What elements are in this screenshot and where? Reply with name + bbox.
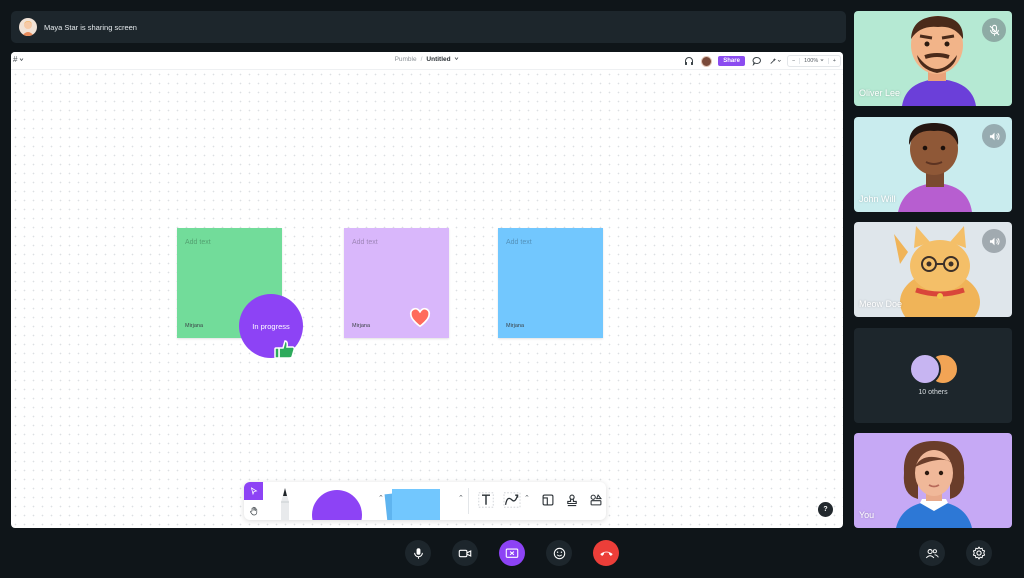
sticky-note[interactable]: Add text Mirjana [498, 228, 603, 338]
frame-icon [542, 494, 554, 506]
stamp-icon [567, 494, 577, 507]
whiteboard-actions: Share − 100% + [683, 54, 841, 68]
drawing-toolbar: ⌃ ⌃ ⌃ [244, 482, 606, 520]
connector-icon [503, 492, 521, 508]
stop-sharing-button[interactable] [499, 540, 525, 566]
shared-whiteboard[interactable]: # Pumble / Untitled Share − 100% + Add t… [11, 52, 843, 528]
screen-share-banner: Maya Star is sharing screen [11, 11, 846, 43]
in-progress-label: In progress [252, 321, 290, 331]
participant-avatar [896, 441, 972, 528]
zoom-out-button[interactable]: − [788, 58, 799, 64]
zoom-level[interactable]: 100% [799, 58, 829, 64]
mic-off-icon [989, 24, 999, 36]
presenter-avatar [19, 18, 37, 36]
camera-button[interactable] [452, 540, 478, 566]
stamp-tool[interactable] [562, 490, 582, 510]
connector-tool-chevron-icon[interactable]: ⌃ [524, 494, 530, 502]
thumbs-up-icon[interactable] [273, 337, 297, 361]
participant-name: Meow Doe [859, 299, 903, 309]
participant-name: You [859, 510, 875, 520]
collaborator-avatar[interactable] [701, 55, 713, 67]
shape-tool[interactable] [312, 490, 362, 520]
participants-button[interactable] [919, 540, 945, 566]
zoom-in-button[interactable]: + [829, 58, 840, 64]
headphones-icon[interactable] [683, 55, 695, 67]
shape-tool-chevron-icon[interactable]: ⌃ [378, 494, 384, 502]
microphone-button[interactable] [405, 540, 431, 566]
participant-tile-john-will[interactable]: John Will [854, 117, 1012, 212]
microphone-icon [413, 547, 423, 559]
effects-icon[interactable] [769, 55, 781, 67]
hang-up-icon [599, 551, 613, 556]
participant-tile-self[interactable]: You [854, 433, 1012, 528]
zoom-level-value: 100% [804, 58, 819, 64]
stop-share-icon [505, 548, 519, 558]
chevron-down-icon [820, 59, 824, 62]
participant-mute-button[interactable] [982, 18, 1006, 42]
speaker-icon [989, 237, 1000, 245]
sticky-note[interactable]: Add text Mirjana [344, 228, 449, 338]
hand-icon [249, 506, 257, 515]
cursor-icon [250, 487, 258, 495]
comment-icon[interactable] [751, 55, 763, 67]
settings-button[interactable] [966, 540, 992, 566]
more-tools[interactable] [586, 490, 606, 510]
whiteboard-top-bar: # Pumble / Untitled Share − 100% + [11, 52, 843, 70]
sticky-note-placeholder[interactable]: Add text [352, 239, 378, 246]
others-count: 10 others [918, 389, 948, 396]
participant-tile-others[interactable]: 10 others [854, 328, 1012, 423]
zoom-control: − 100% + [786, 55, 841, 67]
connector-tool[interactable] [502, 490, 522, 510]
reactions-button[interactable] [546, 540, 572, 566]
shapes-icon [590, 494, 602, 506]
others-avatar-stack [909, 353, 961, 385]
participant-volume-button[interactable] [982, 229, 1006, 253]
heart-icon[interactable] [409, 307, 431, 329]
breadcrumb-separator: / [420, 56, 423, 63]
document-title[interactable]: Untitled [426, 56, 450, 63]
speaker-icon [989, 132, 1000, 140]
title-chevron-icon[interactable] [454, 56, 459, 61]
people-icon [925, 548, 939, 558]
gear-icon [972, 546, 986, 560]
participant-name: Oliver Lee [859, 88, 901, 98]
participant-tile-oliver-lee[interactable]: Oliver Lee [854, 11, 1012, 106]
select-tool[interactable] [244, 482, 263, 500]
participant-name: John Will [859, 194, 896, 204]
text-tool[interactable] [476, 490, 496, 510]
frame-tool[interactable] [538, 490, 558, 510]
sticky-note-author: Mirjana [506, 323, 525, 329]
breadcrumb-workspace[interactable]: Pumble [395, 56, 417, 63]
sticky-note-tool[interactable] [392, 489, 440, 520]
sticky-note-author: Mirjana [185, 323, 204, 329]
sticky-tool-chevron-icon[interactable]: ⌃ [458, 494, 464, 502]
avatar [909, 353, 941, 385]
leave-call-button[interactable] [593, 540, 619, 566]
sharing-status-text: Maya Star is sharing screen [44, 22, 137, 32]
text-icon [478, 492, 494, 508]
participant-volume-button[interactable] [982, 124, 1006, 148]
participant-tile-meow-doe[interactable]: Meow Doe [854, 222, 1012, 317]
share-button[interactable]: Share [718, 56, 745, 66]
sticky-note-author: Mirjana [352, 323, 371, 329]
sticky-note-placeholder[interactable]: Add text [506, 239, 532, 246]
hand-tool[interactable] [244, 501, 263, 520]
camera-icon [458, 549, 472, 557]
pen-tool[interactable] [275, 486, 295, 520]
toolbar-divider [468, 488, 469, 514]
sticky-note-placeholder[interactable]: Add text [185, 239, 211, 246]
help-button[interactable]: ? [818, 502, 833, 517]
emoji-icon [553, 547, 565, 559]
